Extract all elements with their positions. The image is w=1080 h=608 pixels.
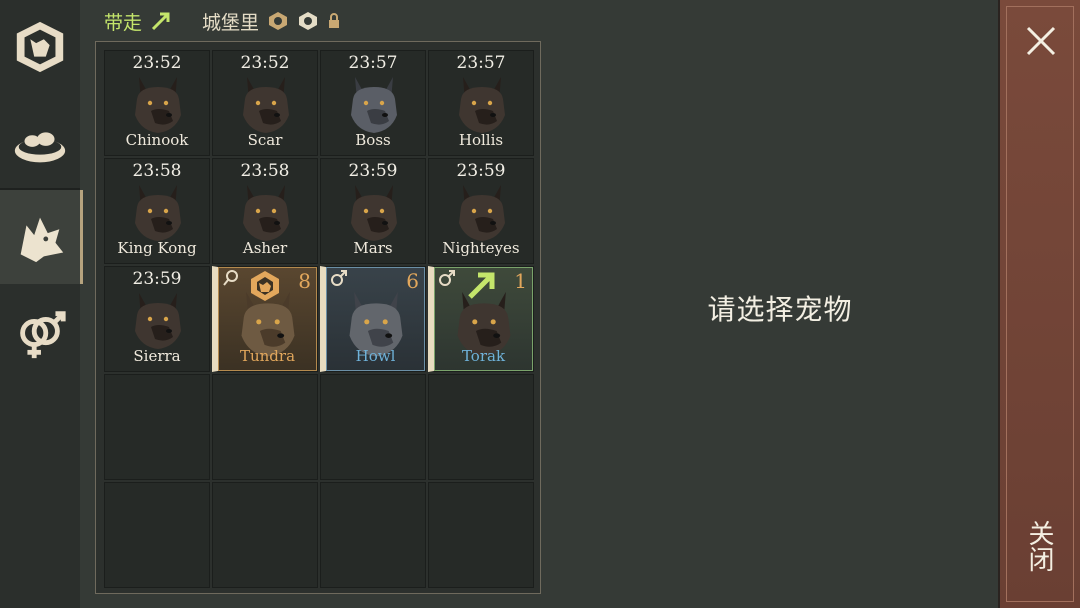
wolf-portrait-icon (459, 185, 505, 241)
pet-slot[interactable]: 23:59 Mars (320, 158, 426, 264)
select-pet-prompt: 请选择宠物 (707, 293, 853, 326)
wolf-portrait-icon (243, 185, 289, 241)
wolf-portrait-icon (135, 77, 181, 133)
castle-badge-icon[interactable] (267, 10, 289, 32)
empty-slot[interactable] (104, 374, 210, 480)
close-label[interactable]: 关闭 (1024, 520, 1058, 572)
pet-name: Mars (353, 239, 393, 257)
pet-grid: 23:52 Chinook 23:52 Scar 23:57 Boss 23:57 Holli… (104, 50, 534, 588)
pet-slot[interactable]: 23:58 Asher (212, 158, 318, 264)
empty-slot[interactable] (104, 482, 210, 588)
wolf-portrait-icon (351, 77, 397, 133)
pet-name: Scar (247, 131, 283, 149)
lock-icon[interactable] (327, 13, 341, 29)
empty-slot[interactable] (428, 374, 534, 480)
pet-name: Nighteyes (442, 239, 520, 257)
wolf-badge-icon (251, 271, 279, 301)
pet-slot[interactable]: 23:59 Sierra (104, 266, 210, 372)
pet-name: Howl (355, 347, 396, 365)
wolf-portrait-icon (135, 185, 181, 241)
slot-timer: 23:57 (348, 53, 398, 73)
pet-name: Tundra (239, 347, 296, 365)
pet-grid-panel: 23:52 Chinook 23:52 Scar 23:57 Boss 23:57 Holli… (95, 41, 541, 594)
filter-in-castle[interactable]: 城堡里 (202, 8, 259, 35)
pet-level: 1 (514, 269, 527, 293)
tab-castle[interactable] (0, 0, 80, 94)
take-away-icon (151, 12, 170, 31)
castle-wolf-icon (16, 21, 64, 73)
tab-food[interactable] (0, 96, 80, 190)
slot-timer: 23:59 (348, 161, 398, 181)
pet-slot[interactable]: 23:52 Chinook (104, 50, 210, 156)
wolf-portrait-icon (459, 77, 505, 133)
pet-name: Boss (355, 131, 391, 149)
pet-level: 6 (406, 269, 419, 293)
tab-pets[interactable] (0, 190, 83, 284)
close-panel[interactable]: 关闭 (998, 0, 1080, 608)
filter-take-away[interactable]: 带走 (104, 8, 142, 35)
wolf-head-icon (20, 217, 64, 263)
slot-timer: 23:57 (456, 53, 506, 73)
empty-slot[interactable] (212, 374, 318, 480)
wolf-portrait-icon (351, 185, 397, 241)
pet-name: Chinook (125, 131, 189, 149)
slot-timer: 23:59 (132, 269, 182, 289)
pet-slot[interactable]: 23:57 Hollis (428, 50, 534, 156)
tab-breeding[interactable] (0, 286, 80, 380)
pet-name: King Kong (117, 239, 197, 257)
close-icon[interactable] (1024, 24, 1058, 58)
pet-slot[interactable]: 23:59 Nighteyes (428, 158, 534, 264)
wolf-portrait-icon (135, 293, 181, 349)
pet-slot[interactable]: 23:52 Scar (212, 50, 318, 156)
empty-slot[interactable] (428, 482, 534, 588)
pet-card[interactable]: 1 Torak (428, 266, 534, 372)
filter-bar: 带走 城堡里 (104, 8, 341, 34)
slot-timer: 23:59 (456, 161, 506, 181)
slot-timer: 23:52 (240, 53, 290, 73)
empty-slot[interactable] (212, 482, 318, 588)
empty-slot[interactable] (320, 374, 426, 480)
side-rail (0, 0, 83, 608)
pet-name: Sierra (133, 347, 181, 365)
pet-card[interactable]: 8 Tundra (212, 266, 318, 372)
food-bowl-icon (14, 132, 66, 163)
breeding-gender-icon (20, 311, 66, 359)
pet-card[interactable]: 6 Howl (320, 266, 426, 372)
slot-timer: 23:58 (240, 161, 290, 181)
pet-slot[interactable]: 23:57 Boss (320, 50, 426, 156)
pet-name: Torak (461, 347, 506, 365)
pet-slot[interactable]: 23:58 King Kong (104, 158, 210, 264)
castle-badge-icon[interactable] (297, 10, 319, 32)
empty-slot[interactable] (320, 482, 426, 588)
wolf-portrait-icon (243, 77, 289, 133)
slot-timer: 23:52 (132, 53, 182, 73)
pet-name: Asher (242, 239, 288, 257)
pet-level: 8 (298, 269, 311, 293)
pet-name: Hollis (458, 131, 504, 149)
slot-timer: 23:58 (132, 161, 182, 181)
take-away-icon (468, 272, 495, 299)
